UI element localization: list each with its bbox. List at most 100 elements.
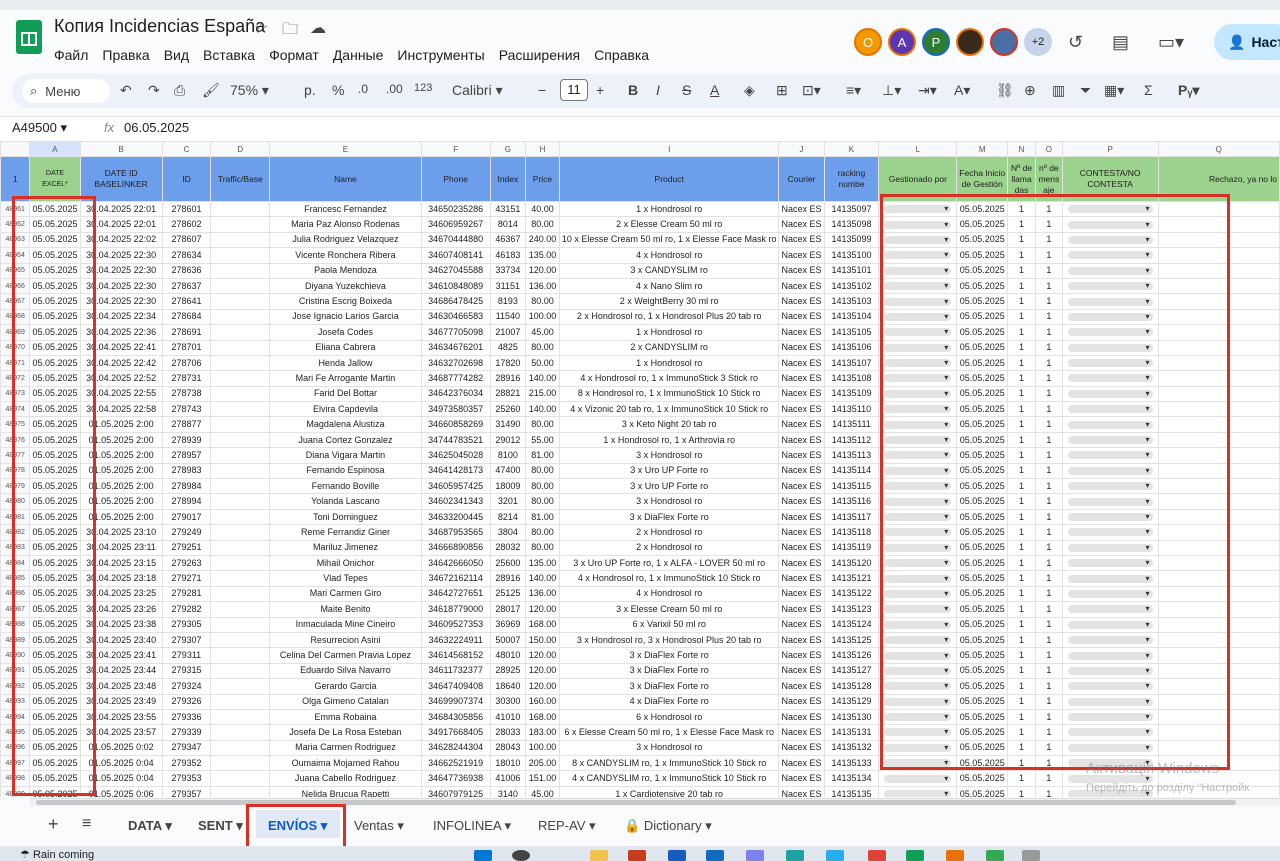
cell-i[interactable]: 4 x Hondrosol ro, 1 x ImmunoStick 10 Sti… — [558, 570, 780, 587]
cell-e[interactable]: Jose Ignacio Larios Garcia — [269, 308, 422, 326]
cell-j[interactable]: Nacex ES — [778, 385, 825, 403]
empty-cell[interactable] — [210, 385, 271, 403]
cell-g[interactable]: 4825 — [489, 339, 527, 356]
cell-k[interactable]: 14135097 — [823, 200, 880, 218]
cell-e[interactable]: Mihail Onichor — [269, 554, 422, 572]
teams-icon[interactable] — [746, 850, 764, 861]
strikethrough-icon[interactable]: S — [682, 82, 691, 98]
cell-e[interactable]: Paola Mendoza — [269, 262, 422, 279]
cell-e[interactable]: Emma Robaina — [269, 708, 422, 726]
cell-c[interactable]: 279347 — [161, 739, 212, 757]
cell-j[interactable]: Nacex ES — [778, 354, 825, 372]
share-button[interactable]: 👤 Наст — [1214, 24, 1280, 60]
empty-cell[interactable] — [210, 247, 271, 264]
increase-font-size-icon[interactable]: + — [596, 82, 604, 98]
cell-j[interactable]: Nacex ES — [778, 708, 825, 726]
header-cell[interactable]: DATE EXCEL* — [29, 156, 81, 202]
cell-e[interactable]: Celina Del Carmen Pravia Lopez — [269, 647, 422, 664]
column-header-l[interactable]: L — [878, 141, 958, 157]
cell-i[interactable]: 4 x Vizonic 20 tab ro, 1 x ImmunoStick 1… — [558, 401, 780, 418]
menu-insert[interactable]: Вставка — [203, 47, 255, 63]
avatar[interactable]: A — [888, 28, 916, 56]
cell-e[interactable]: Elvira Capdevila — [269, 401, 422, 418]
text-color-icon[interactable]: A — [710, 82, 719, 98]
cell-i[interactable]: 3 x Uro UP Forte ro — [558, 462, 780, 480]
cell-k[interactable]: 14135131 — [823, 724, 880, 741]
more-collaborators-badge[interactable]: +2 — [1024, 28, 1052, 56]
cell-g[interactable]: 50007 — [489, 631, 527, 649]
cell-h[interactable]: 80.00 — [525, 293, 560, 310]
cell-j[interactable]: Nacex ES — [778, 478, 825, 495]
column-header-c[interactable]: C — [161, 141, 212, 157]
cell-h[interactable]: 150.00 — [525, 631, 560, 649]
cell-e[interactable]: Maria Paz Alonso Rodenas — [269, 216, 422, 233]
cell-j[interactable]: Nacex ES — [778, 216, 825, 233]
cell-i[interactable]: 1 x Hondrosol ro — [558, 200, 780, 218]
cell-k[interactable]: 14135120 — [823, 554, 880, 572]
cell-j[interactable]: Nacex ES — [778, 493, 825, 510]
cell-e[interactable]: Henda Jallow — [269, 354, 422, 372]
menu-file[interactable]: Файл — [54, 47, 88, 63]
cell-j[interactable]: Nacex ES — [778, 293, 825, 310]
cell-j[interactable]: Nacex ES — [778, 339, 825, 356]
text-wrap-icon[interactable]: ⇥▾ — [918, 82, 937, 99]
cell-g[interactable]: 25600 — [489, 554, 527, 572]
cell-c[interactable]: 279263 — [161, 554, 212, 572]
header-cell[interactable]: Name — [269, 156, 422, 202]
cell-g[interactable]: 25125 — [489, 585, 527, 603]
empty-cell[interactable] — [210, 601, 271, 618]
header-cell[interactable]: ID — [161, 156, 212, 202]
cell-i[interactable]: 4 x CANDYSLIM ro, 1 x ImmunoStick 10 Sti… — [558, 770, 780, 787]
cell-g[interactable]: 29012 — [489, 431, 527, 449]
cell-k[interactable]: 14135100 — [823, 247, 880, 264]
empty-cell[interactable] — [210, 662, 271, 680]
history-icon[interactable]: ↺ — [1068, 32, 1083, 53]
corner-cell[interactable] — [0, 141, 31, 157]
cell-k[interactable]: 14135109 — [823, 385, 880, 403]
cell-j[interactable]: Nacex ES — [778, 200, 825, 218]
cell-j[interactable]: Nacex ES — [778, 785, 825, 797]
cell-c[interactable]: 279353 — [161, 770, 212, 787]
empty-cell[interactable] — [210, 708, 271, 726]
cell-e[interactable]: Cristina Escrig Boixeda — [269, 293, 422, 310]
cell-g[interactable]: 33734 — [489, 262, 527, 279]
cell-f[interactable]: 34633200445 — [420, 508, 491, 526]
cell-n[interactable]: 1 — [1007, 785, 1036, 797]
cell-h[interactable]: 80.00 — [525, 478, 560, 495]
empty-cell[interactable] — [210, 585, 271, 603]
cell-k[interactable]: 14135125 — [823, 631, 880, 649]
empty-cell[interactable] — [210, 693, 271, 710]
cell-i[interactable]: 4 x Nano Slim ro — [558, 277, 780, 295]
cell-c[interactable]: 279326 — [161, 693, 212, 710]
cell-f[interactable]: 34607408141 — [420, 247, 491, 264]
decrease-font-size-icon[interactable]: − — [538, 82, 546, 98]
cell-f[interactable]: 34699907374 — [420, 693, 491, 710]
cell-j[interactable]: Nacex ES — [778, 693, 825, 710]
cell-f[interactable]: 34632224911 — [420, 631, 491, 649]
cell-c[interactable]: 279281 — [161, 585, 212, 603]
cell-h[interactable]: 160.00 — [525, 693, 560, 710]
empty-cell[interactable] — [210, 524, 271, 541]
cell-k[interactable]: 14135135 — [823, 785, 880, 797]
cell-e[interactable]: Fernando Espinosa — [269, 462, 422, 480]
cell-h[interactable]: 80.00 — [525, 524, 560, 541]
empty-cell[interactable] — [210, 616, 271, 633]
weather-widget[interactable]: ☂ Rain coming — [20, 848, 94, 861]
empty-cell[interactable] — [210, 770, 271, 787]
cell-i[interactable]: 6 x Varixil 50 ml ro — [558, 616, 780, 633]
input-tools-icon[interactable]: Рᵧ▾ — [1178, 82, 1199, 99]
filter-views-icon[interactable]: ▦▾ — [1104, 82, 1124, 99]
start-icon[interactable] — [474, 850, 492, 861]
cell-c[interactable]: 279017 — [161, 508, 212, 526]
cell-c[interactable]: 278602 — [161, 216, 212, 233]
cell-h[interactable]: 80.00 — [525, 462, 560, 480]
cell-i[interactable]: 2 x Hondrosol ro — [558, 539, 780, 556]
cell-j[interactable]: Nacex ES — [778, 601, 825, 618]
cell-j[interactable]: Nacex ES — [778, 770, 825, 787]
cell-k[interactable]: 14135132 — [823, 739, 880, 757]
tab-data[interactable]: DATA ▾ — [128, 818, 172, 834]
insert-chart-icon[interactable]: ▥ — [1052, 82, 1065, 99]
cell-i[interactable]: 3 x Hondrosol ro — [558, 447, 780, 464]
cell-k[interactable]: 14135134 — [823, 770, 880, 787]
decrease-decimal-button[interactable]: .0 — [358, 82, 368, 96]
